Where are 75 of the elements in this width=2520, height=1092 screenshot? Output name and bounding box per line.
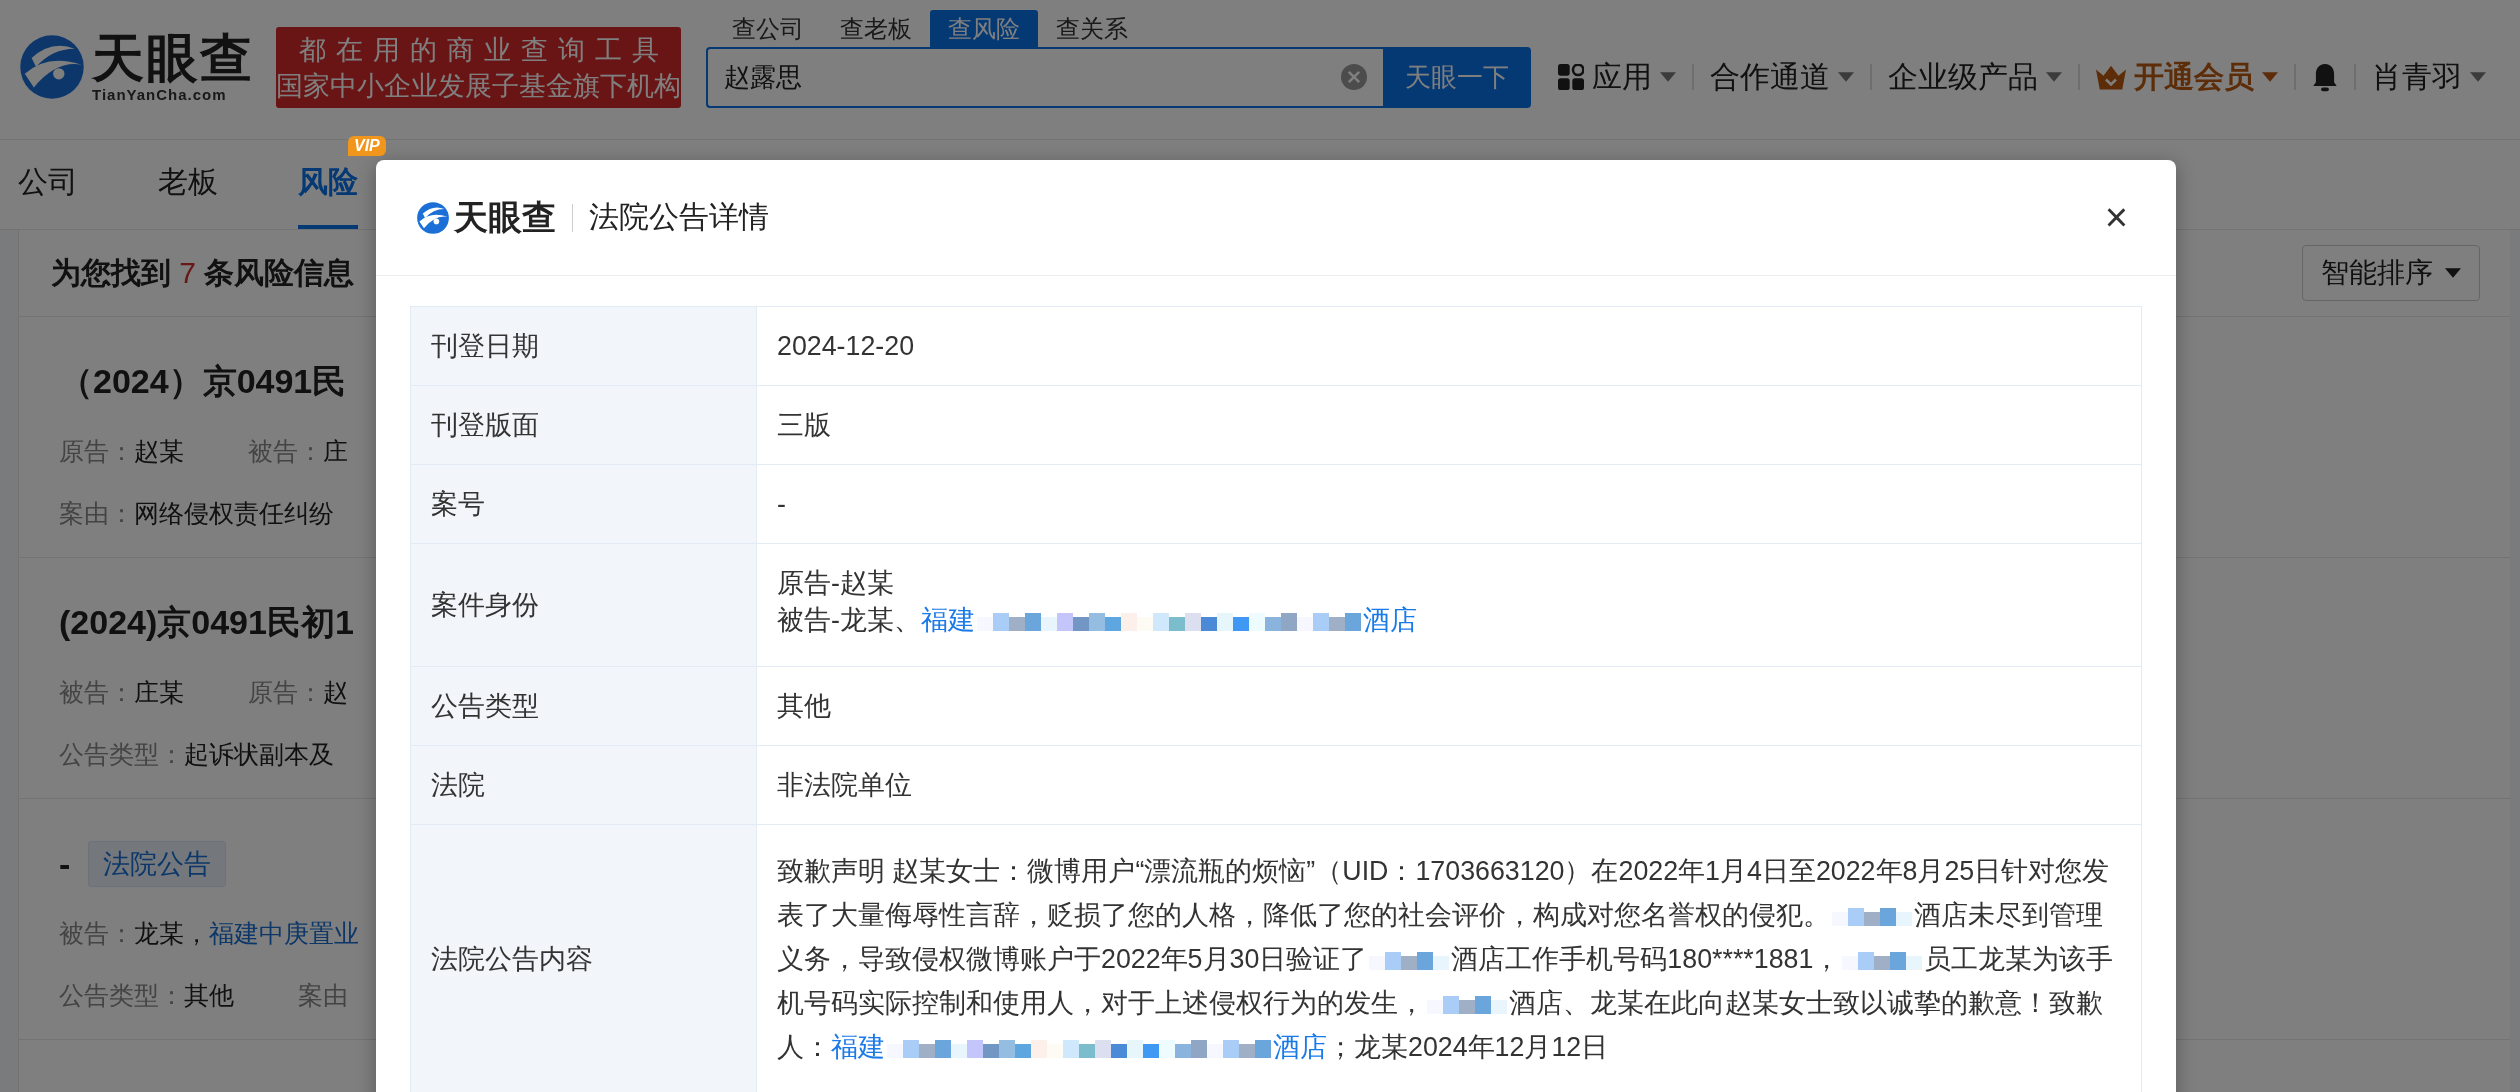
crown-icon <box>2096 64 2126 90</box>
field-value: 起诉状副本及 <box>184 739 334 770</box>
caret-icon <box>2262 72 2278 82</box>
company-link[interactable]: 酒店 <box>1362 605 1417 635</box>
field-label: 被告： <box>59 677 134 708</box>
logo-text: 天眼查 <box>92 30 254 86</box>
nav-menu[interactable]: 应用 <box>1542 56 1692 98</box>
field-label: 原告： <box>248 677 323 708</box>
case-title[interactable]: (2024)京0491民初1 <box>59 600 354 646</box>
apps-icon <box>1558 64 1584 90</box>
caret-icon <box>2470 72 2486 82</box>
case-title[interactable]: （2024）京0491民 <box>59 359 347 405</box>
caret-icon <box>2046 72 2062 82</box>
field-label: 被告： <box>248 436 323 467</box>
row-label: 公告类型 <box>411 667 757 746</box>
company-link[interactable]: 福建 <box>920 605 975 635</box>
field-label: 公告类型： <box>59 739 184 770</box>
membership-menu[interactable]: 开通会员 <box>2080 56 2294 98</box>
cell-text: 被告-龙某、福建 酒店 <box>777 604 1417 637</box>
row-label: 法院 <box>411 746 757 825</box>
vip-badge: VIP <box>348 136 386 156</box>
caret-icon <box>2445 268 2461 278</box>
field-label: 公告类型： <box>59 980 184 1011</box>
bell-icon <box>2312 61 2338 93</box>
field-value: 其他 <box>184 980 234 1011</box>
sort-dropdown[interactable]: 智能排序 <box>2302 245 2480 301</box>
cell-value: 其他 <box>777 691 831 721</box>
field-label: 被告： <box>59 918 134 949</box>
company-link[interactable]: 福建中庚置业 <box>209 915 359 951</box>
search-button[interactable]: 天眼一下 <box>1383 47 1531 108</box>
field-value: 庄 <box>323 436 348 467</box>
nav-tab[interactable]: 老板 <box>158 162 218 229</box>
logo-text: 天眼查 <box>454 196 556 238</box>
nav-menu[interactable]: 合作通道 <box>1694 56 1870 98</box>
logo-icon <box>416 200 450 235</box>
company-link[interactable]: 福建 <box>831 1032 885 1062</box>
logo-icon <box>18 32 86 101</box>
search-field[interactable]: 赵露思 <box>706 47 1383 108</box>
field-value: 赵 <box>323 677 348 708</box>
cell-value: 原告-赵某 <box>777 568 894 598</box>
cell-value: - <box>777 489 786 519</box>
logo-domain: TianYanCha.com <box>92 86 228 103</box>
close-button[interactable]: × <box>2096 195 2136 240</box>
caret-icon <box>1838 72 1854 82</box>
field-label: 原告： <box>59 436 134 467</box>
type-tag: 法院公告 <box>88 841 227 887</box>
search-tab[interactable]: 查关系 <box>1038 10 1146 47</box>
nav-tab[interactable]: 公司 <box>18 162 78 229</box>
row-label: 法院公告内容 <box>411 825 757 1092</box>
search-tab[interactable]: 查老板 <box>822 10 930 47</box>
cell-text: 致歉声明 赵某女士：微博用户“漂流瓶的烦恼”（UID：1703663120）在2022年1月4日至2022年8月25日针对您发表了大量侮辱性言辞，贬损了您的人格，降低了您的社会评价，构成对您名誉权的侵犯。 酒店未尽到管理义务，导致侵权微博账户于2022年5月30日验证了 酒店工作手机号码180****1881， 员工龙某为该手机号码实际控制和使用人，对于上述侵权行为的发生， 酒店、龙某在此向赵某女士致以诚挚的歉意！致歉人：福建 酒店；龙某2024年12月12日 <box>777 855 2115 1064</box>
dialog-title: 法院公告详情 <box>589 199 769 235</box>
slogan-banner: 都在用的商业查询工具 国家中小企业发展子基金旗下机构 <box>276 27 681 108</box>
nav-menu[interactable]: 企业级产品 <box>1872 56 2078 98</box>
caret-icon <box>1660 72 1676 82</box>
field-label: 案由： <box>59 498 134 529</box>
row-label: 案件身份 <box>411 544 757 667</box>
field-value: 网络侵权责任纠纷 <box>134 498 334 529</box>
field-value: 赵某 <box>134 436 184 467</box>
field-value: 龙某， <box>134 918 209 949</box>
search-tab[interactable]: 查公司 <box>714 10 822 47</box>
case-title[interactable]: - <box>59 844 71 884</box>
cell-value: 非法院单位 <box>777 770 912 800</box>
result-summary: 为您找到 7 条风险信息 <box>51 254 355 291</box>
row-label: 刊登日期 <box>411 307 757 386</box>
cell-value: 三版 <box>777 410 831 440</box>
nav-menu[interactable]: 肖青羽 <box>2356 56 2502 98</box>
field-value: 庄某 <box>134 677 184 708</box>
row-label: 案号 <box>411 465 757 544</box>
cell-value: 2024-12-20 <box>777 331 915 361</box>
field-label: 案由 <box>298 980 348 1011</box>
search-tab[interactable]: 查风险 <box>930 10 1038 47</box>
row-label: 刊登版面 <box>411 386 757 465</box>
clear-icon <box>1341 64 1367 90</box>
company-link[interactable]: 酒店 <box>1273 1032 1327 1062</box>
